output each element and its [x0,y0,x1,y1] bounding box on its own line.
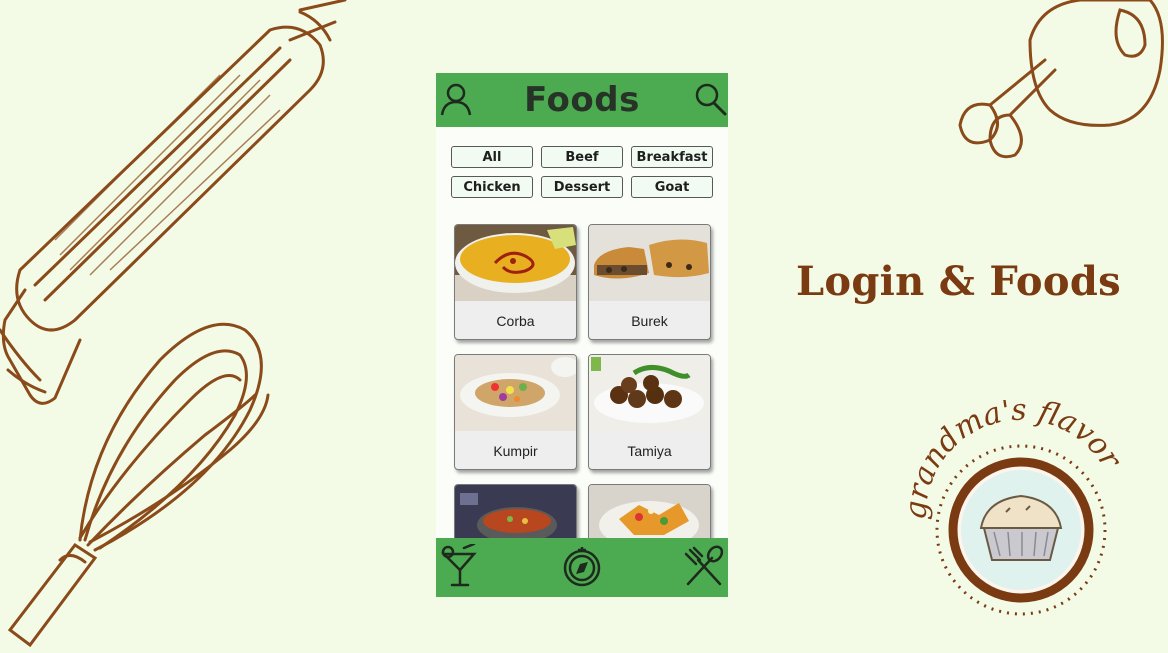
compass-icon[interactable] [560,544,604,588]
page-title: Foods [524,80,640,120]
food-label: Tamiya [627,443,672,459]
food-card-burek[interactable]: Burek [588,224,711,340]
phone-screen: Foods All Beef Breakfast Chicken Dessert… [436,73,728,597]
app-header: Foods [436,73,728,127]
food-card-tamiya[interactable]: Tamiya [588,354,711,470]
food-card-kumpir[interactable]: Kumpir [454,354,577,470]
filter-dessert[interactable]: Dessert [541,176,623,198]
user-icon[interactable] [439,82,473,116]
filter-breakfast[interactable]: Breakfast [631,146,713,168]
food-label: Kumpir [493,443,538,459]
corba-photo [455,225,576,301]
whisk-illustration [7,322,270,648]
filter-all[interactable]: All [451,146,533,168]
cocktail-icon[interactable] [438,544,482,588]
utensils-icon[interactable] [682,544,726,588]
kumpir-photo [455,355,576,431]
filter-chicken[interactable]: Chicken [451,176,533,198]
food-label: Burek [631,313,668,329]
category-filters: All Beef Breakfast Chicken Dessert Goat [451,146,715,198]
grandmas-flavor-logo: grandma's flavor [899,400,1129,616]
food-label: Corba [496,313,535,329]
search-icon[interactable] [693,82,727,116]
mixer-illustration [958,0,1164,159]
food-card-corba[interactable]: Corba [454,224,577,340]
burek-photo [589,225,710,301]
bottom-nav [436,538,728,597]
tamiya-photo [589,355,710,431]
filter-goat[interactable]: Goat [631,176,713,198]
filter-beef[interactable]: Beef [541,146,623,168]
slide-title: Login & Foods [796,258,1121,305]
